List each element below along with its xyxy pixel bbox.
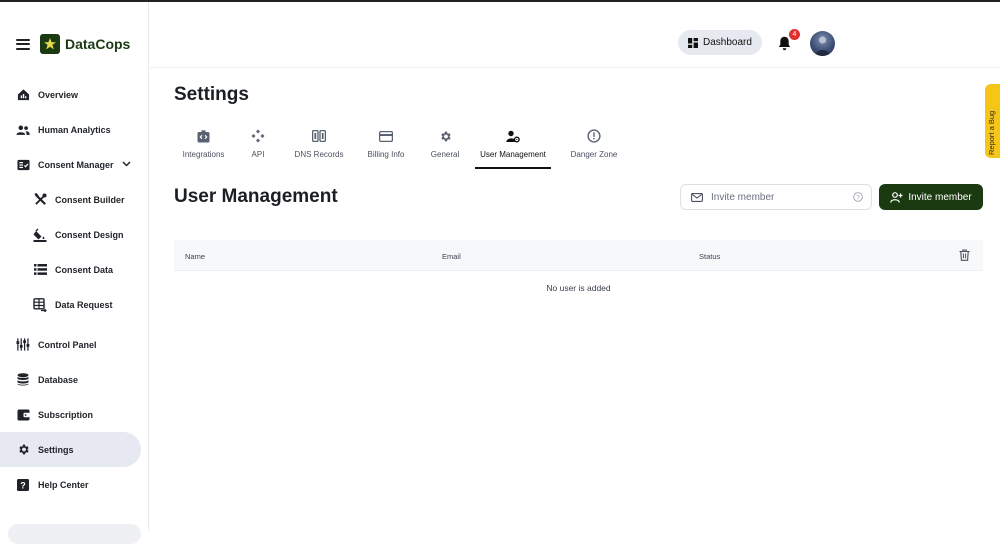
sidebar-item-label: Consent Builder [55,194,125,205]
sidebar-item-subscription[interactable]: Subscription [0,397,149,432]
checklist-icon [16,158,30,172]
report-bug-label: Report a Bug [987,110,996,155]
invite-member-button[interactable]: Invite member [879,184,983,210]
dashboard-button-label: Dashboard [703,37,752,48]
help-circle-icon[interactable]: ? [853,192,863,202]
brand-name: DataCops [65,36,131,52]
sidebar-item-label: Data Request [55,299,113,310]
users-table: Name Email Status No user is added [174,240,983,293]
user-avatar[interactable] [810,31,835,56]
svg-text:?: ? [856,195,860,201]
invite-member-button-label: Invite member [908,191,972,203]
dashboard-button[interactable]: Dashboard [678,30,762,55]
dns-icon [312,124,326,148]
user-plus-icon [890,191,903,203]
tab-integrations[interactable]: Integrations [174,124,233,159]
paint-bucket-icon [33,228,47,242]
sidebar-item-label: Consent Design [55,229,124,240]
sidebar-item-label: Consent Manager [38,159,114,170]
settings-tabs: Integrations API DNS Records Billing Inf… [174,124,623,169]
tab-general[interactable]: General [421,124,469,159]
svg-text:?: ? [20,480,26,490]
sliders-icon [16,338,30,352]
sidebar-item-label: Consent Data [55,264,114,275]
alert-circle-icon [587,124,601,148]
empty-state-message: No user is added [546,283,611,293]
wallet-icon [16,408,30,422]
tab-label: Integrations [182,150,225,159]
sidebar-item-label: Help Center [38,479,89,490]
trash-icon[interactable] [959,249,970,263]
sidebar-item-label: Settings [38,444,74,455]
tab-label: Danger Zone [570,150,618,159]
tab-danger-zone[interactable]: Danger Zone [565,124,623,159]
tab-billing-info[interactable]: Billing Info [356,124,416,159]
sidebar-item-human-analytics[interactable]: Human Analytics [0,112,149,147]
hamburger-menu-icon[interactable] [16,38,30,50]
sidebar-item-label: Overview [38,89,79,100]
column-header-name: Name [185,252,206,261]
top-header [150,2,1000,68]
help-icon: ? [16,478,30,492]
invite-member-input[interactable] [711,191,853,203]
sidebar-item-consent-data[interactable]: Consent Data [0,252,149,287]
sidebar-item-consent-design[interactable]: Consent Design [0,217,149,252]
sidebar-item-help-center[interactable]: ? Help Center [0,467,149,502]
home-analytics-icon [16,88,30,102]
sidebar-item-settings[interactable]: Settings [0,432,141,467]
tab-label: DNS Records [294,150,344,159]
tab-dns-records[interactable]: DNS Records [286,124,352,159]
notification-bell-icon[interactable] [778,36,791,56]
mail-icon [691,192,703,202]
datacops-logo [40,34,60,54]
dashboard-grid-icon [688,37,698,48]
tab-label: General [430,150,460,159]
sidebar-item-label: Subscription [38,409,94,420]
tools-icon [33,193,47,207]
list-icon [33,263,47,277]
gear-icon [16,443,30,457]
invite-member-field: ? [680,184,872,210]
api-icon [251,124,265,148]
sidebar-nav: Overview Human Analytics Consent Manager… [0,77,149,502]
table-arrow-icon [33,297,47,312]
column-header-email: Email [442,252,461,261]
tab-user-management[interactable]: User Management [475,124,551,169]
sidebar-item-label: Database [38,374,79,385]
notification-count-badge: 4 [789,29,800,40]
tab-label: User Management [480,150,546,159]
sidebar: DataCops Overview Human Analytics Consen… [0,2,149,544]
sidebar-item-consent-builder[interactable]: Consent Builder [0,182,149,217]
section-title: User Management [174,186,338,207]
brand: DataCops [16,34,130,54]
sidebar-item-consent-manager[interactable]: Consent Manager [0,147,149,182]
integrations-icon [197,124,210,148]
database-icon [16,373,30,387]
tab-label: Billing Info [367,150,405,159]
sidebar-item-control-panel[interactable]: Control Panel [0,327,149,362]
sidebar-item-label: Control Panel [38,339,97,350]
tab-label: API [251,150,265,159]
column-header-status: Status [699,252,721,261]
report-bug-tab[interactable]: Report a Bug [985,84,1000,158]
sidebar-item-data-request[interactable]: Data Request [0,287,149,322]
sidebar-item-overview[interactable]: Overview [0,77,149,112]
sidebar-item-database[interactable]: Database [0,362,149,397]
sidebar-bottom-item[interactable] [8,524,141,544]
credit-card-icon [379,124,393,148]
users-icon [16,123,30,137]
tab-api[interactable]: API [234,124,282,159]
table-header: Name Email Status [174,240,983,271]
gear-icon [439,124,452,148]
page-title: Settings [174,84,249,105]
sidebar-item-label: Human Analytics [38,124,111,135]
user-gear-icon [506,124,520,148]
chevron-down-icon[interactable] [122,159,131,169]
